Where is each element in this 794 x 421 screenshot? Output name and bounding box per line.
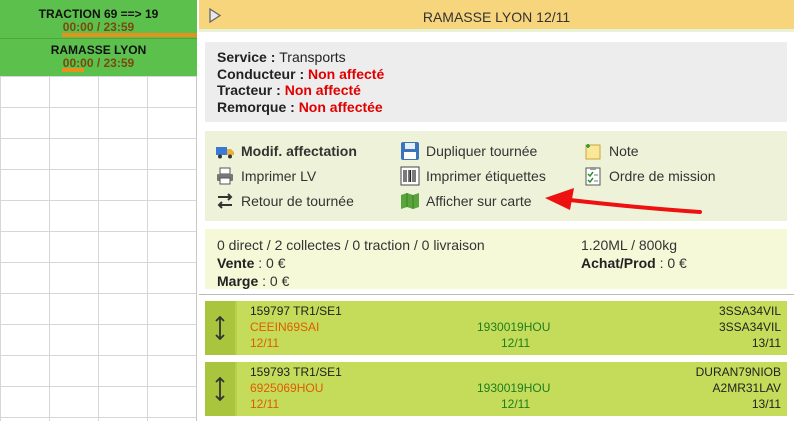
trip-detail-panel: RAMASSE LYON 12/11 Service : Transports …	[199, 0, 794, 421]
checklist-icon	[585, 167, 601, 186]
planning-grid[interactable]: TRACTION 69 ==> 19 00:00 / 23:59 RAMASSE…	[0, 0, 197, 421]
afficher-carte-label: Afficher sur carte	[426, 193, 532, 209]
printer-icon	[217, 167, 233, 185]
ordre-mission-label: Ordre de mission	[609, 168, 716, 184]
order-card[interactable]: 159793 TR1/SE1 6925069HOU 12/11 1930019H…	[205, 362, 787, 416]
order-pickup-date: 12/11	[250, 397, 280, 411]
note-icon	[585, 144, 601, 160]
ordre-mission-button[interactable]: Ordre de mission	[583, 166, 716, 186]
order-mid-date: 12/11	[501, 397, 531, 411]
imprimer-etiquettes-label: Imprimer étiquettes	[426, 168, 546, 184]
trip-summary: 0 direct / 2 collectes / 0 traction / 0 …	[205, 229, 787, 289]
drag-handle[interactable]	[205, 301, 235, 355]
trip-block-traction[interactable]: TRACTION 69 ==> 19 00:00 / 23:59	[0, 0, 197, 38]
trailer-value: Non affectée	[298, 98, 383, 115]
service-label: Service :	[217, 49, 276, 65]
assignment-info: Service : Transports Conducteur : Non af…	[205, 42, 787, 122]
order-pickup-code: 6925069HOU	[250, 381, 324, 395]
achat-label: Achat/Prod	[581, 255, 656, 271]
order-id: 159797 TR1/SE1	[250, 304, 342, 318]
trip-title: RAMASSE LYON	[50, 43, 147, 57]
trailer-label: Remorque :	[217, 98, 295, 115]
trip-progress-bar	[62, 68, 84, 72]
panel-title: RAMASSE LYON 12/11	[422, 9, 571, 25]
imprimer-etiquettes-button[interactable]: Imprimer étiquettes	[400, 166, 546, 186]
order-pickup-date: 12/11	[250, 336, 280, 350]
summary-line-1: 0 direct / 2 collectes / 0 traction / 0 …	[217, 236, 775, 254]
capacity-text: 1.20ML / 800kg	[581, 237, 677, 253]
order-card[interactable]: 159797 TR1/SE1 CEEIN69SAI 12/11 1930019H…	[205, 301, 787, 355]
order-dest-code-2: A2MR31LAV	[712, 381, 781, 395]
trip-title: TRACTION 69 ==> 19	[38, 7, 159, 21]
order-pickup-code: CEEIN69SAI	[250, 320, 320, 334]
marge-label: Marge	[217, 273, 259, 289]
afficher-carte-button[interactable]: Afficher sur carte	[400, 191, 532, 211]
divider	[199, 294, 794, 295]
drag-handle-icon	[215, 315, 225, 341]
order-dest-code: 3SSA34VIL	[718, 304, 781, 318]
order-id: 159793 TR1/SE1	[250, 365, 342, 379]
print-lv-label: Imprimer LV	[241, 168, 317, 184]
drag-handle-icon	[215, 376, 225, 402]
app-window: TRACTION 69 ==> 19 00:00 / 23:59 RAMASSE…	[0, 0, 794, 421]
driver-row: Conducteur : Non affecté	[217, 66, 775, 83]
counts-text: 0 direct / 2 collectes / 0 traction / 0 …	[217, 237, 485, 253]
note-button[interactable]: Note	[583, 141, 639, 161]
tractor-row: Tracteur : Non affecté	[217, 82, 775, 99]
achat-group: Achat/Prod : 0 €	[581, 254, 687, 272]
modif-affectation-button[interactable]: Modif. affectation	[215, 141, 357, 161]
order-dest-code: DURAN79NIOB	[695, 365, 781, 379]
floppy-disk-icon	[401, 142, 419, 160]
retour-tournee-button[interactable]: Retour de tournée	[215, 191, 354, 211]
service-value: Transports	[279, 49, 346, 65]
drag-handle[interactable]	[205, 362, 235, 416]
order-mid-code: 1930019HOU	[477, 320, 551, 334]
barcode-icon	[400, 166, 420, 186]
print-lv-button[interactable]: Imprimer LV	[215, 166, 316, 186]
order-mid-date: 12/11	[501, 336, 531, 350]
driver-label: Conducteur :	[217, 65, 305, 82]
achat-value: : 0 €	[659, 255, 687, 271]
modif-affectation-label: Modif. affectation	[241, 143, 357, 159]
summary-line-3: Marge : 0 €	[217, 272, 775, 290]
order-dest-date: 13/11	[751, 397, 781, 411]
summary-line-2: Vente : 0 € Achat/Prod : 0 €	[217, 254, 775, 272]
map-icon	[401, 193, 419, 209]
driver-value: Non affecté	[308, 65, 385, 82]
trip-time: 00:00 / 23:59	[62, 56, 135, 70]
note-label: Note	[609, 143, 639, 159]
trailer-row: Remorque : Non affectée	[217, 99, 775, 116]
swap-arrows-icon	[217, 193, 233, 209]
panel-header: RAMASSE LYON 12/11	[199, 0, 794, 32]
order-dest-code-2: 3SSA34VIL	[718, 320, 781, 334]
tractor-value: Non affecté	[284, 82, 361, 98]
order-card-body: 159797 TR1/SE1 CEEIN69SAI 12/11 1930019H…	[237, 301, 787, 355]
order-dest-date: 13/11	[751, 336, 781, 350]
retour-tournee-label: Retour de tournée	[241, 193, 354, 209]
truck-icon	[216, 147, 234, 159]
vente-label: Vente	[217, 255, 255, 271]
dupliquer-tournee-button[interactable]: Dupliquer tournée	[400, 141, 537, 161]
vente-value: : 0 €	[258, 255, 286, 271]
order-card-body: 159793 TR1/SE1 6925069HOU 12/11 1930019H…	[237, 362, 787, 416]
tractor-label: Tracteur :	[217, 82, 281, 98]
order-mid-code: 1930019HOU	[477, 381, 551, 395]
dupliquer-tournee-label: Dupliquer tournée	[426, 143, 538, 159]
trip-block-ramasse[interactable]: RAMASSE LYON 00:00 / 23:59	[0, 38, 197, 76]
actions-box: Modif. affectation Imprimer LV Retour de…	[205, 131, 787, 221]
trip-progress-bar	[62, 33, 197, 37]
service-row: Service : Transports	[217, 49, 775, 66]
marge-value: : 0 €	[262, 273, 290, 289]
